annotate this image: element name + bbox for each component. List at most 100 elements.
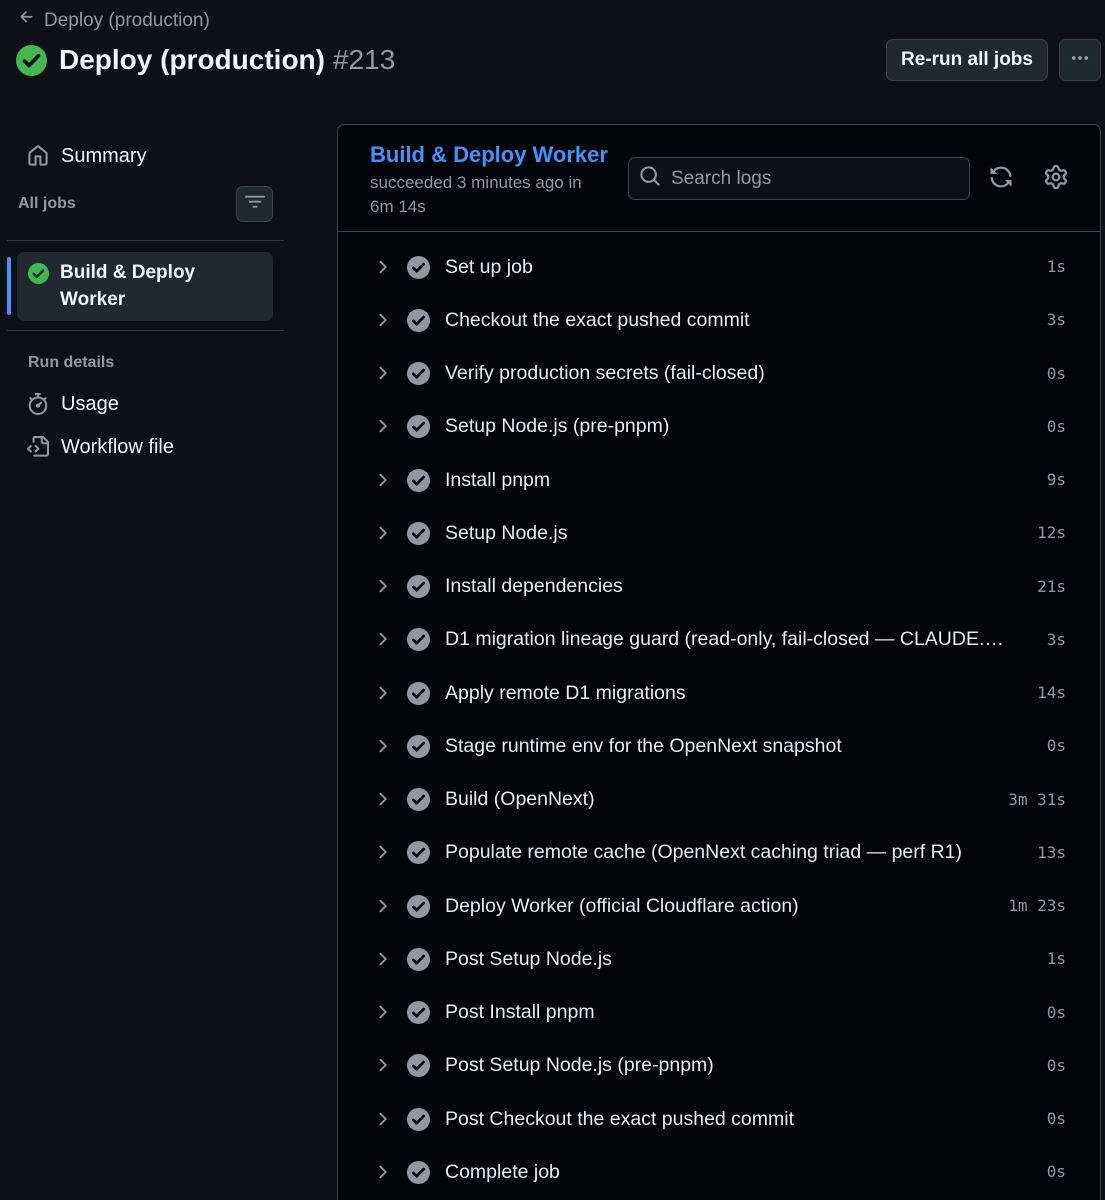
step-row[interactable]: Post Checkout the exact pushed commit 0s — [338, 1092, 1100, 1145]
stopwatch-icon — [27, 393, 49, 415]
rerun-all-jobs-button[interactable]: Re-run all jobs — [886, 39, 1048, 81]
step-row[interactable]: Verify production secrets (fail-closed) … — [338, 347, 1100, 400]
sidebar-job-build-deploy-worker[interactable]: Build & Deploy Worker — [7, 252, 273, 321]
step-name: Verify production secrets (fail-closed) — [445, 362, 765, 385]
file-code-icon — [27, 436, 49, 458]
sidebar-item-label: Workflow file — [61, 436, 174, 458]
check-circle-icon — [407, 415, 430, 439]
step-name: Build (OpenNext) — [445, 788, 595, 811]
step-duration: 1s — [1046, 257, 1066, 277]
check-circle-icon — [407, 947, 430, 971]
step-name: Post Setup Node.js (pre-pnpm) — [445, 1054, 714, 1077]
step-duration: 1s — [1046, 949, 1066, 969]
search-logs-box[interactable] — [628, 157, 970, 200]
back-link-label: Deploy (production) — [44, 9, 210, 31]
step-name: Install dependencies — [445, 575, 623, 598]
step-duration: 21s — [1037, 576, 1066, 596]
step-row[interactable]: Post Setup Node.js (pre-pnpm) 0s — [338, 1039, 1100, 1092]
step-row[interactable]: Complete job 0s — [338, 1145, 1100, 1198]
chevron-right-icon[interactable] — [372, 310, 392, 330]
check-circle-icon — [407, 362, 430, 386]
check-circle-icon — [407, 1160, 430, 1184]
back-link[interactable]: Deploy (production) — [18, 8, 210, 33]
home-icon — [27, 145, 49, 167]
step-row[interactable]: Setup Node.js 12s — [338, 506, 1100, 559]
job-status-meta: succeeded 3 minutes ago in 6m 14s — [370, 173, 582, 216]
chevron-right-icon[interactable] — [372, 949, 392, 969]
job-title[interactable]: Build & Deploy Worker — [370, 141, 608, 169]
chevron-right-icon[interactable] — [372, 1109, 392, 1129]
chevron-right-icon[interactable] — [372, 523, 392, 543]
chevron-right-icon[interactable] — [372, 683, 392, 703]
sidebar-divider — [7, 240, 284, 241]
sidebar-item-label: Summary — [61, 145, 147, 167]
step-duration: 0s — [1046, 736, 1066, 756]
check-circle-icon — [407, 308, 430, 332]
chevron-right-icon[interactable] — [372, 896, 392, 916]
check-circle-icon — [407, 1001, 430, 1025]
check-circle-icon — [407, 521, 430, 545]
check-circle-icon — [407, 468, 430, 492]
more-options-button[interactable] — [1059, 39, 1101, 81]
chevron-right-icon[interactable] — [372, 470, 392, 490]
chevron-right-icon[interactable] — [372, 1162, 392, 1182]
refresh-button[interactable] — [988, 166, 1014, 192]
chevron-right-icon[interactable] — [372, 1055, 392, 1075]
step-name: Post Install pnpm — [445, 1001, 595, 1024]
step-duration: 9s — [1046, 470, 1066, 490]
chevron-right-icon[interactable] — [372, 363, 392, 383]
run-details-heading: Run details — [28, 354, 115, 371]
chevron-right-icon[interactable] — [372, 842, 392, 862]
active-indicator — [7, 257, 11, 315]
step-name: Post Setup Node.js — [445, 947, 612, 970]
chevron-right-icon[interactable] — [372, 629, 392, 649]
step-name: Stage runtime env for the OpenNext snaps… — [445, 734, 842, 757]
step-row[interactable]: Populate remote cache (OpenNext caching … — [338, 826, 1100, 879]
step-row[interactable]: Apply remote D1 migrations 14s — [338, 666, 1100, 719]
step-duration: 13s — [1037, 842, 1066, 862]
check-circle-icon — [407, 1054, 430, 1078]
chevron-right-icon[interactable] — [372, 416, 392, 436]
filter-jobs-button[interactable] — [236, 186, 273, 222]
chevron-right-icon[interactable] — [372, 576, 392, 596]
step-name: Complete job — [445, 1160, 560, 1183]
sidebar-item-usage[interactable]: Usage — [27, 391, 119, 417]
settings-button[interactable] — [1043, 164, 1069, 192]
step-row[interactable]: Deploy Worker (official Cloudflare actio… — [338, 879, 1100, 932]
step-name: Setup Node.js (pre-pnpm) — [445, 415, 670, 438]
chevron-right-icon[interactable] — [372, 789, 392, 809]
step-row[interactable]: Install dependencies 21s — [338, 560, 1100, 613]
sidebar-item-workflow-file[interactable]: Workflow file — [27, 434, 174, 460]
run-number: #213 — [332, 44, 396, 75]
step-row[interactable]: Setup Node.js (pre-pnpm) 0s — [338, 400, 1100, 453]
step-row[interactable]: Post Setup Node.js 1s — [338, 932, 1100, 985]
sidebar-divider — [7, 330, 284, 331]
step-row[interactable]: D1 migration lineage guard (read-only, f… — [338, 613, 1100, 666]
step-duration: 12s — [1037, 523, 1066, 543]
check-circle-icon — [407, 255, 430, 279]
step-duration: 0s — [1046, 363, 1066, 383]
step-row[interactable]: Stage runtime env for the OpenNext snaps… — [338, 719, 1100, 772]
chevron-right-icon[interactable] — [372, 736, 392, 756]
step-row[interactable]: Set up job 1s — [338, 240, 1100, 293]
step-row[interactable]: Install pnpm 9s — [338, 453, 1100, 506]
check-circle-icon — [407, 681, 430, 705]
step-duration: 0s — [1046, 1162, 1066, 1182]
step-name: Deploy Worker (official Cloudflare actio… — [445, 894, 799, 917]
step-row[interactable]: Post Install pnpm 0s — [338, 986, 1100, 1039]
step-name: Setup Node.js — [445, 521, 568, 544]
step-name: Checkout the exact pushed commit — [445, 308, 750, 331]
search-logs-input[interactable] — [671, 167, 951, 190]
check-circle-icon — [407, 894, 430, 918]
check-circle-icon — [407, 575, 430, 599]
sidebar-item-summary[interactable]: Summary — [27, 143, 147, 169]
step-name: Post Checkout the exact pushed commit — [445, 1107, 795, 1130]
chevron-right-icon[interactable] — [372, 1002, 392, 1022]
step-duration: 3m 31s — [1008, 789, 1066, 809]
step-row[interactable]: Checkout the exact pushed commit 3s — [338, 293, 1100, 346]
chevron-right-icon[interactable] — [372, 257, 392, 277]
check-circle-icon — [407, 1107, 430, 1131]
page-title: Deploy (production) — [59, 44, 325, 75]
step-row[interactable]: Build (OpenNext) 3m 31s — [338, 773, 1100, 826]
run-title-row: Deploy (production) #213 — [16, 42, 395, 78]
